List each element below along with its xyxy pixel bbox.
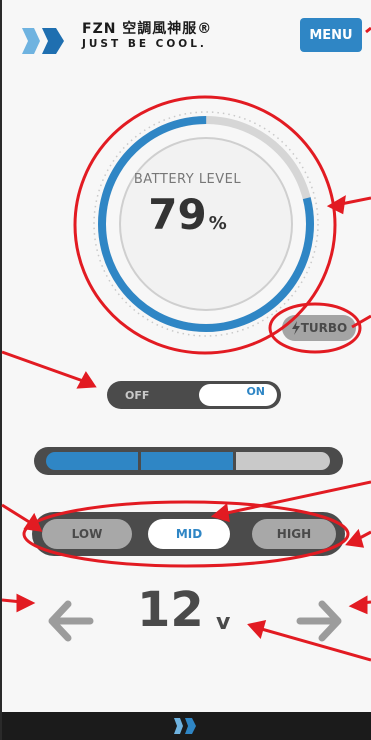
fan-level-mid-button[interactable]: MID (148, 519, 230, 549)
level-segment-2 (141, 452, 233, 470)
fan-level-high-button[interactable]: HIGH (252, 519, 336, 549)
battery-level-label: BATTERY LEVEL (133, 172, 242, 187)
turbo-button[interactable]: TURBO (282, 315, 356, 341)
toggle-on-label: ON (246, 385, 265, 398)
battery-percent-unit: % (208, 213, 227, 234)
battery-percent-number: 79 (148, 190, 207, 239)
brand-logo-icon (22, 28, 64, 54)
level-segment-1 (46, 452, 138, 470)
level-segment-3 (236, 452, 330, 470)
battery-level-value: 79% (2, 190, 371, 239)
bolt-icon (291, 321, 300, 335)
arrow-left-icon[interactable] (46, 600, 94, 642)
voltage-unit: v (216, 610, 231, 635)
toggle-on-pill (199, 384, 277, 406)
fan-level-selector: LOW MID HIGH (32, 512, 345, 556)
voltage-value: 12 (137, 582, 204, 638)
menu-button[interactable]: MENU (300, 18, 362, 52)
toggle-off-label: OFF (125, 389, 150, 402)
bottom-logo-icon (174, 718, 196, 734)
arrow-right-icon[interactable] (296, 600, 344, 642)
fan-level-low-button[interactable]: LOW (42, 519, 132, 549)
level-indicator-bar (34, 447, 343, 475)
brand-tagline: JUST BE COOL. (82, 38, 207, 50)
brand-name: FZN 空調風神服® (82, 21, 213, 37)
turbo-label: TURBO (300, 321, 348, 335)
app-screen: FZN 空調風神服® JUST BE COOL. MENU BATTERY LE… (0, 0, 371, 740)
power-toggle[interactable]: OFF ON (107, 381, 281, 409)
